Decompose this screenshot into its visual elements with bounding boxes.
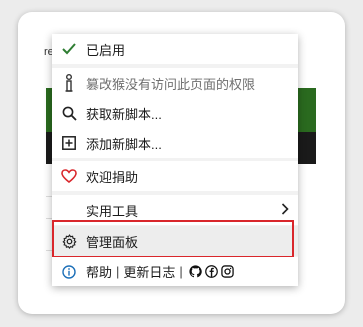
menu-footer: 帮助 | 更新日志 | [52,257,298,286]
menu-item-get-scripts[interactable]: 获取新脚本... [52,98,298,128]
menu-item-label: 欢迎捐助 [86,169,139,185]
background-dark-band-right [296,132,316,164]
search-icon [52,98,86,128]
footer-separator: | [116,264,120,279]
chevron-right-icon [272,202,298,218]
heart-icon [52,161,86,191]
menu-item-label: 已启用 [86,42,126,58]
menu-item-utilities[interactable]: 实用工具 [52,195,298,225]
menu-item-label: 篡改猴没有访问此页面的权限 [86,76,256,92]
changelog-link[interactable]: 更新日志 [123,262,175,281]
info-i-icon [52,68,86,98]
menu-item-donate[interactable]: 欢迎捐助 [52,161,298,191]
menu-item-label: 实用工具 [86,203,139,219]
footer-separator: | [179,264,183,279]
instagram-icon[interactable] [221,265,234,278]
gear-icon [52,226,86,256]
menu-item-no-permission: 篡改猴没有访问此页面的权限 [52,68,298,98]
info-circle-icon [52,264,86,279]
menu-item-label: 添加新脚本... [86,136,162,152]
github-icon[interactable] [189,265,202,278]
menu-item-label: 获取新脚本... [86,106,162,122]
facebook-icon[interactable] [204,265,218,278]
menu-item-label: 管理面板 [86,234,139,250]
checkmark-icon [52,34,86,64]
extension-popup-menu: 已启用 篡改猴没有访问此页面的权限 获取新脚本... 添加新脚本... 欢迎捐助 [52,34,298,286]
menu-item-add-script[interactable]: 添加新脚本... [52,128,298,158]
menu-item-enabled[interactable]: 已启用 [52,34,298,64]
help-link[interactable]: 帮助 [86,262,112,281]
menu-item-dashboard[interactable]: 管理面板 [52,226,298,256]
plus-square-icon [52,128,86,158]
social-links [189,265,237,278]
